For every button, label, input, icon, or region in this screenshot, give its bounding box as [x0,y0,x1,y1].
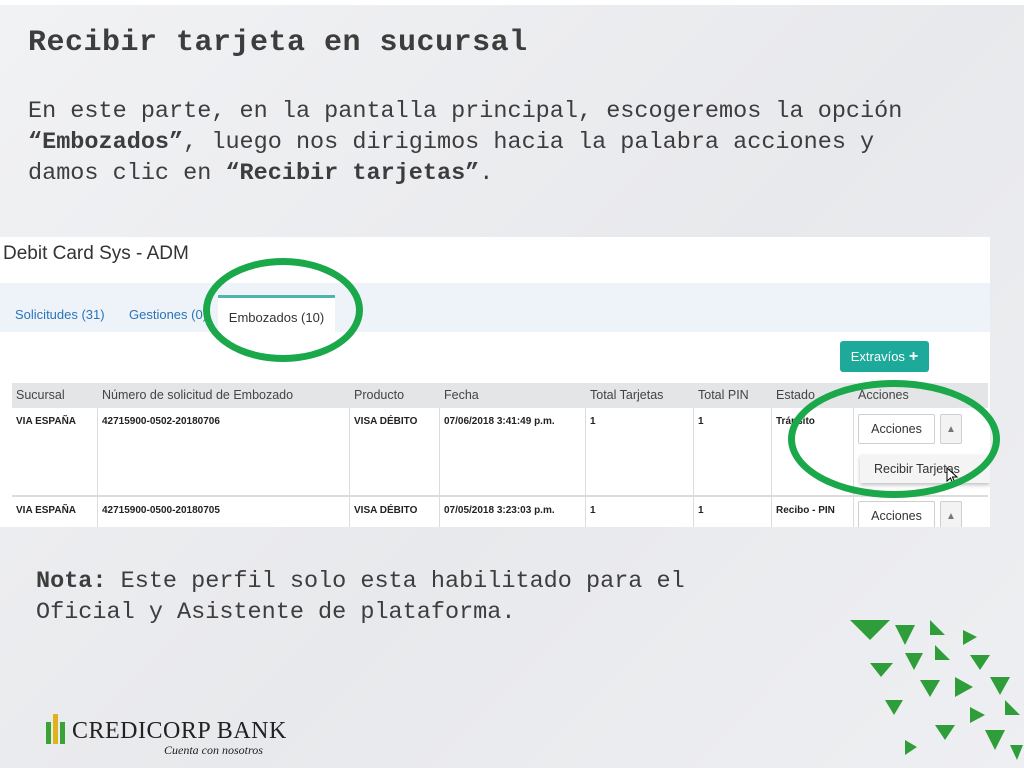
cell-fecha: 07/05/2018 3:23:03 p.m. [444,505,555,516]
note-label: Nota: [36,568,107,595]
cell-sucursal: VIA ESPAÑA [16,505,77,516]
cell-total-pin: 1 [698,505,704,516]
extravios-button[interactable]: Extravíos + [840,341,929,372]
tab-bar: Solicitudes (31) Gestiones (0) [0,283,990,332]
cell-total-tarjetas: 1 [590,505,596,516]
header-fecha: Fecha [444,388,479,402]
note-body: Este perfil solo esta habilitado para el… [36,568,685,626]
tab-gestiones[interactable]: Gestiones (0) [129,307,207,322]
cell-estado: Recibo - PIN [776,505,835,516]
chevron-up-icon[interactable]: ▲ [940,501,962,527]
acciones-button[interactable]: Acciones [858,501,935,527]
slide-title: Recibir tarjeta en sucursal [28,26,528,60]
header-estado: Estado [776,388,815,402]
description-bold-embozados: “Embozados” [28,129,184,156]
credicorp-emblem-icon [46,714,65,744]
app-title: Debit Card Sys - ADM [3,243,189,264]
cell-total-pin: 1 [698,416,704,427]
description-part-1: En este parte, en la pantalla principal,… [28,98,903,125]
highlight-circle-embozados [203,258,363,362]
slide-top-stripe [0,0,1024,5]
note-text: Nota: Este perfil solo esta habilitado p… [36,566,796,628]
description-bold-recibir: “Recibir tarjetas” [225,160,480,187]
highlight-circle-acciones [788,380,1000,498]
header-sucursal: Sucursal [16,388,65,402]
header-total-tarjetas: Total Tarjetas [590,388,664,402]
logo-tagline: Cuenta con nosotros [164,743,263,757]
cell-sucursal: VIA ESPAÑA [16,416,77,427]
cell-total-tarjetas: 1 [590,416,596,427]
cell-producto: VISA DÉBITO [354,416,418,427]
slide-description: En este parte, en la pantalla principal,… [28,96,928,189]
tab-solicitudes[interactable]: Solicitudes (31) [15,307,105,322]
cell-numero: 42715900-0500-20180705 [102,505,220,516]
header-producto: Producto [354,388,405,402]
cell-producto: VISA DÉBITO [354,505,418,516]
cell-fecha: 07/06/2018 3:41:49 p.m. [444,416,555,427]
header-numero: Número de solicitud de Embozado [102,388,294,402]
logo-name: CREDICORP BANK [72,718,287,744]
credicorp-logo: CREDICORP BANK Cuenta con nosotros [46,712,286,762]
table-row: VIA ESPAÑA 42715900-0500-20180705 VISA D… [12,497,988,527]
cell-numero: 42715900-0502-20180706 [102,416,220,427]
header-total-pin: Total PIN [698,388,749,402]
description-part-3: . [479,160,494,187]
plus-icon: + [908,347,919,365]
extravios-label: Extravíos [850,349,905,364]
decorative-triangles [850,620,1023,760]
